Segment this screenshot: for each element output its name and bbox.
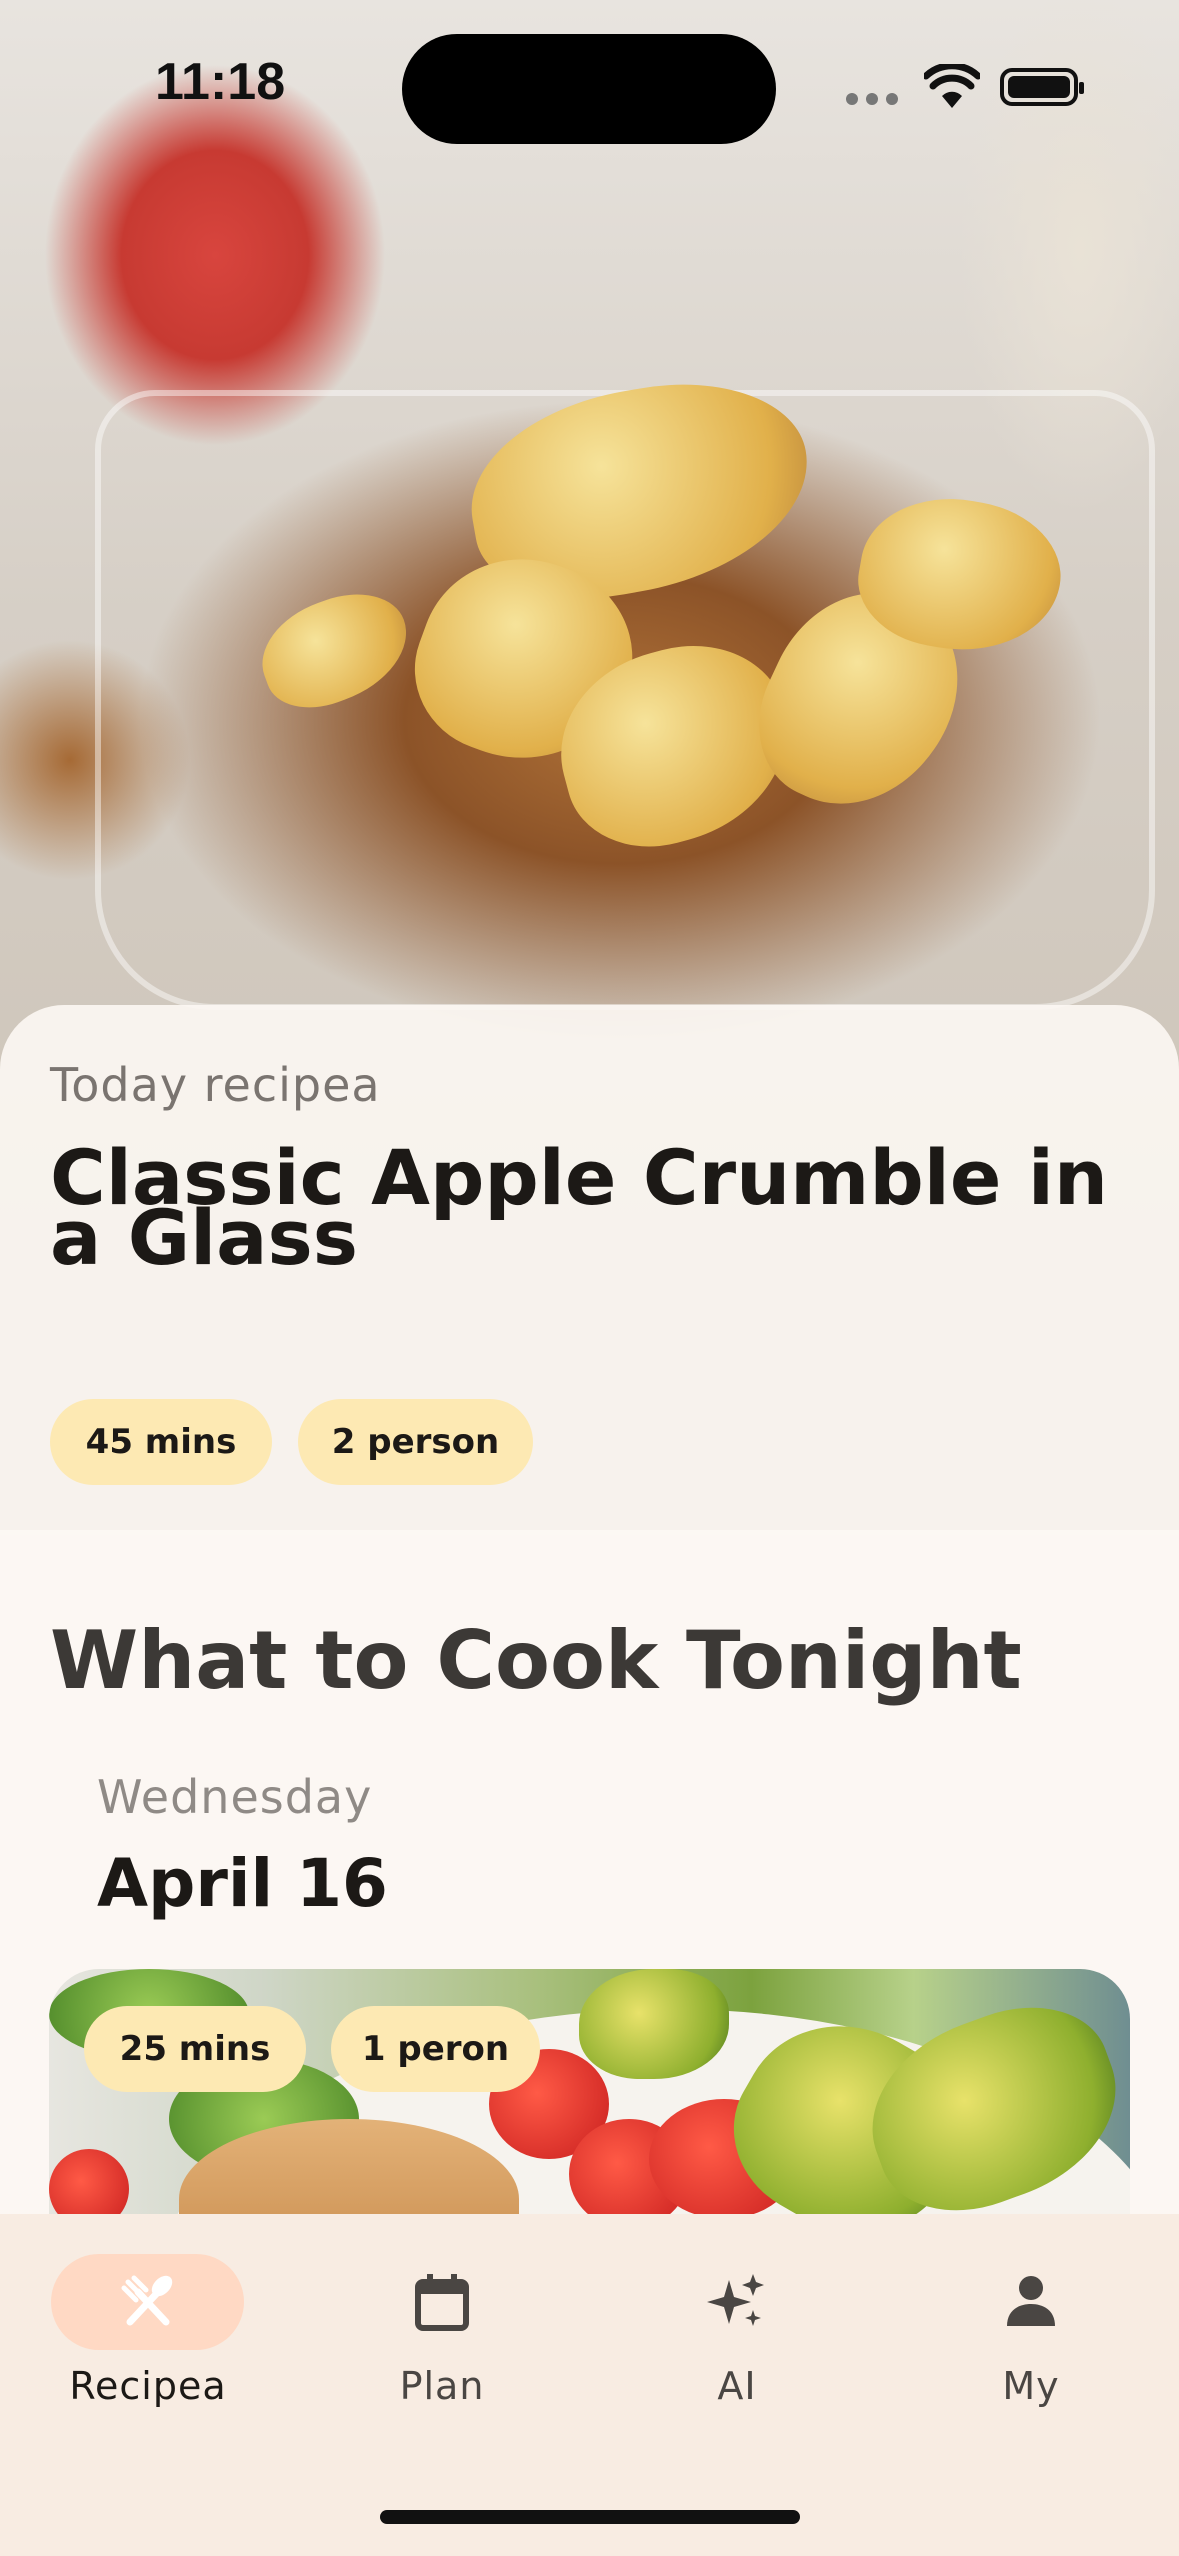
today-label: Today recipea bbox=[50, 1058, 381, 1112]
tab-label: Recipea bbox=[69, 2364, 227, 2408]
cellular-signal-icon bbox=[846, 90, 936, 105]
duration-chip: 25 mins bbox=[84, 2006, 306, 2092]
servings-chip: 2 person bbox=[298, 1399, 533, 1485]
servings-chip: 1 peron bbox=[331, 2006, 540, 2092]
duration-chip: 45 mins bbox=[50, 1399, 272, 1485]
bottom-navigation: Recipea Plan AI My bbox=[0, 2214, 1179, 2556]
section-title: What to Cook Tonight bbox=[50, 1614, 1022, 1707]
home-indicator[interactable] bbox=[380, 2510, 800, 2524]
tab-my[interactable]: My bbox=[931, 2214, 1131, 2414]
recipe-title[interactable]: Classic Apple Crumble in a Glass bbox=[50, 1140, 1130, 1276]
status-bar: 11:18 bbox=[0, 0, 1179, 170]
tab-plan[interactable]: Plan bbox=[342, 2214, 542, 2414]
tab-label: Plan bbox=[399, 2364, 485, 2408]
status-time: 11:18 bbox=[155, 53, 286, 111]
weekday-label: Wednesday bbox=[97, 1770, 373, 1824]
tab-recipea[interactable]: Recipea bbox=[48, 2214, 248, 2414]
dynamic-island bbox=[402, 34, 776, 144]
calendar-icon bbox=[415, 2274, 469, 2331]
sparkles-icon bbox=[707, 2274, 764, 2326]
tab-label: My bbox=[1002, 2364, 1060, 2408]
wifi-icon bbox=[924, 64, 980, 108]
person-icon bbox=[1007, 2276, 1055, 2326]
tab-label: AI bbox=[717, 2364, 757, 2408]
tab-ai[interactable]: AI bbox=[637, 2214, 837, 2414]
battery-icon bbox=[1000, 68, 1084, 106]
avocado-illustration bbox=[579, 1969, 729, 2079]
fork-spoon-icon bbox=[121, 2275, 173, 2326]
date-label: April 16 bbox=[97, 1845, 388, 1922]
